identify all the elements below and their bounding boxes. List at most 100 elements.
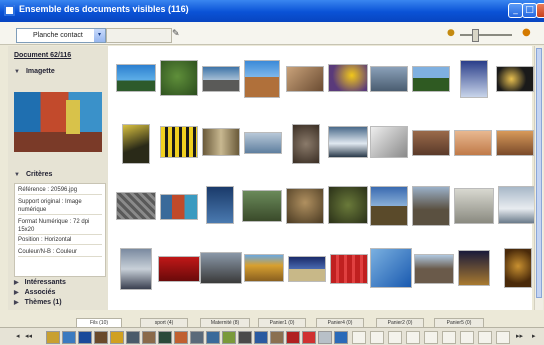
tab-fils[interactable]: Fils (10) <box>76 318 122 327</box>
selected-image-preview[interactable] <box>14 92 102 152</box>
thumbnail[interactable] <box>496 130 534 156</box>
filmstrip-thumbnail[interactable] <box>126 331 140 344</box>
first-icon[interactable]: ◂ <box>16 332 20 340</box>
filter-field[interactable] <box>106 28 172 43</box>
close-button[interactable] <box>536 3 544 18</box>
thumbnail[interactable] <box>370 248 412 288</box>
edit-icon[interactable]: ✎ <box>172 29 180 39</box>
filmstrip-thumbnail[interactable] <box>94 331 108 344</box>
section-interests-header[interactable]: ▶ Intéressants <box>14 279 66 286</box>
tab-sport[interactable]: sport (4) <box>140 318 188 327</box>
thumbnail[interactable] <box>244 132 282 154</box>
thumbnail[interactable] <box>116 192 156 220</box>
vertical-scrollbar[interactable] <box>534 46 543 310</box>
thumbnail[interactable] <box>412 66 450 92</box>
tab-maternite[interactable]: Maternité (8) <box>200 318 250 327</box>
large-zoom-icon[interactable]: ● <box>522 27 531 38</box>
filmstrip-thumbnail[interactable] <box>222 331 236 344</box>
zoom-slider-thumb[interactable] <box>472 29 479 42</box>
thumbnail[interactable] <box>292 124 320 164</box>
document-counter[interactable]: Document 62/116 <box>14 52 71 59</box>
last-icon[interactable]: ▸ <box>532 332 536 340</box>
title-bar[interactable]: Ensemble des documents visibles (116) _ … <box>0 0 544 22</box>
criteria-item: Couleur/N-B : Couleur <box>18 248 102 257</box>
maximize-button[interactable]: □ <box>522 3 537 18</box>
filmstrip-thumbnail[interactable] <box>158 331 172 344</box>
filmstrip-thumbnail[interactable] <box>302 331 316 344</box>
filmstrip-thumbnail[interactable] <box>286 331 300 344</box>
expand-triangle-icon[interactable]: ▶ <box>14 300 19 306</box>
thumbnail[interactable] <box>160 126 198 158</box>
scrollbar-thumb[interactable] <box>536 48 542 298</box>
filmstrip-thumbnail[interactable] <box>78 331 92 344</box>
thumbnail[interactable] <box>460 60 488 98</box>
zoom-slider[interactable] <box>460 29 512 42</box>
section-criteria-header[interactable]: ▼ Critères <box>14 171 52 178</box>
thumbnail[interactable] <box>286 66 324 92</box>
thumbnail[interactable] <box>120 248 152 290</box>
thumbnail[interactable] <box>122 124 150 164</box>
thumbnail[interactable] <box>454 130 492 156</box>
thumbnail[interactable] <box>370 66 408 92</box>
minimize-button[interactable]: _ <box>508 3 523 18</box>
small-zoom-icon[interactable]: ● <box>447 28 455 38</box>
filmstrip-thumbnail[interactable] <box>46 331 60 344</box>
section-themes-header[interactable]: ▶ Thèmes (1) <box>14 299 62 306</box>
collapse-triangle-icon[interactable]: ▼ <box>14 69 20 75</box>
tab-panier1[interactable]: Panier1 (0) <box>258 318 306 327</box>
thumbnail[interactable] <box>328 186 368 224</box>
prev-icon[interactable]: ◂◂ <box>25 332 32 340</box>
thumbnail[interactable] <box>458 250 490 286</box>
filmstrip: ◂ ◂◂ ▸▸ ▸ <box>0 327 544 345</box>
next-icon[interactable]: ▸▸ <box>516 332 523 340</box>
chevron-down-icon[interactable]: ▾ <box>94 29 105 42</box>
thumbnail[interactable] <box>454 188 494 224</box>
thumbnail[interactable] <box>414 254 454 284</box>
collapse-triangle-icon[interactable]: ▼ <box>14 172 20 178</box>
thumbnail[interactable] <box>412 130 450 156</box>
filmstrip-thumbnail[interactable] <box>190 331 204 344</box>
thumbnail[interactable] <box>286 188 324 224</box>
thumbnail[interactable] <box>504 248 532 288</box>
thumbnail[interactable] <box>370 126 408 158</box>
thumbnail[interactable] <box>328 126 368 158</box>
thumbnail[interactable] <box>202 66 240 92</box>
thumbnail[interactable] <box>330 254 368 284</box>
thumbnail[interactable] <box>244 254 284 282</box>
filmstrip-thumbnail[interactable] <box>62 331 76 344</box>
view-mode-select[interactable]: Planche contact ▾ <box>16 28 106 43</box>
filmstrip-thumbnail[interactable] <box>254 331 268 344</box>
thumbnail[interactable] <box>328 64 368 92</box>
filmstrip-thumbnail[interactable] <box>270 331 284 344</box>
tab-panier4[interactable]: Panier4 (0) <box>316 318 364 327</box>
filmstrip-thumbnail[interactable] <box>110 331 124 344</box>
thumbnail[interactable] <box>244 60 280 98</box>
thumbnail[interactable] <box>206 186 234 224</box>
thumbnail[interactable] <box>158 256 200 282</box>
filmstrip-thumbnail[interactable] <box>206 331 220 344</box>
thumbnail[interactable] <box>116 64 156 92</box>
section-thumbnail-header[interactable]: ▼ Imagette <box>14 68 55 75</box>
thumbnail[interactable] <box>242 190 282 222</box>
thumbnail[interactable] <box>200 252 242 284</box>
thumbnail[interactable] <box>496 66 534 92</box>
basket-tabs: Fils (10) sport (4) Maternité (8) Panier… <box>30 318 530 327</box>
thumbnail[interactable] <box>498 186 536 224</box>
thumbnail[interactable] <box>412 186 450 226</box>
thumbnail[interactable] <box>160 60 198 96</box>
window-title: Ensemble des documents visibles (116) <box>19 4 189 14</box>
filmstrip-thumbnail[interactable] <box>238 331 252 344</box>
thumbnail[interactable] <box>160 194 198 220</box>
thumbnail[interactable] <box>202 128 240 156</box>
thumbnail[interactable] <box>288 256 326 282</box>
filmstrip-thumbnail[interactable] <box>142 331 156 344</box>
expand-triangle-icon[interactable]: ▶ <box>14 290 19 296</box>
tab-panier5[interactable]: Panier5 (0) <box>434 318 484 327</box>
filmstrip-thumbnail[interactable] <box>318 331 332 344</box>
section-associations-header[interactable]: ▶ Associés <box>14 289 55 296</box>
thumbnail[interactable] <box>370 186 408 226</box>
tab-panier2[interactable]: Panier2 (0) <box>376 318 424 327</box>
filmstrip-thumbnail[interactable] <box>174 331 188 344</box>
filmstrip-thumbnail[interactable] <box>334 331 348 344</box>
expand-triangle-icon[interactable]: ▶ <box>14 280 19 286</box>
